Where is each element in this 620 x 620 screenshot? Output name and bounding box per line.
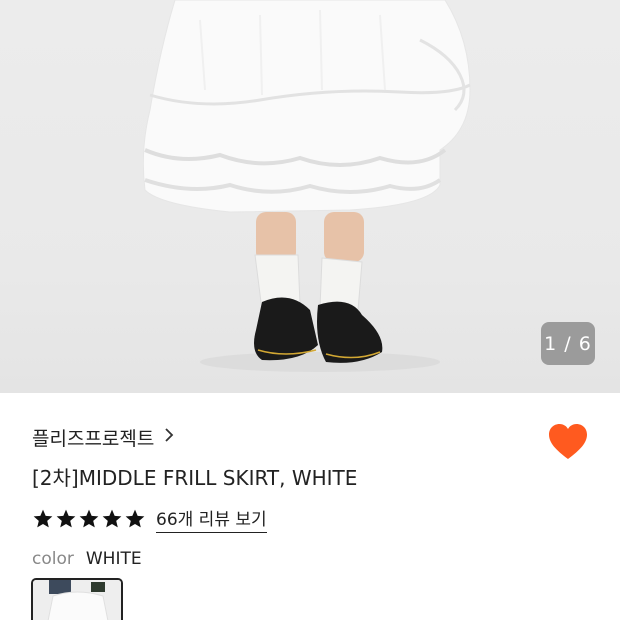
- star-icon: [33, 509, 53, 528]
- product-photo: [142, 0, 471, 372]
- product-title: [2차]MIDDLE FRILL SKIRT, WHITE: [32, 466, 358, 490]
- color-swatch-white[interactable]: [31, 578, 123, 620]
- color-value: WHITE: [85, 549, 142, 569]
- star-icon: [102, 509, 122, 528]
- review-link[interactable]: 66개 리뷰 보기: [156, 505, 267, 533]
- star-icon: [125, 509, 145, 528]
- rating-row: 66개 리뷰 보기: [32, 505, 267, 533]
- rating-stars: [32, 508, 146, 530]
- image-page-indicator: 1 / 6: [541, 322, 595, 365]
- brand-link[interactable]: 플리즈프로젝트: [32, 424, 174, 451]
- product-detail-page: 1 / 6 플리즈프로젝트 [2차]MIDDLE FRILL SKIRT, WH…: [0, 0, 620, 620]
- swatch-thumbnail: [33, 580, 121, 620]
- brand-name: 플리즈프로젝트: [32, 428, 155, 450]
- chevron-right-icon: [164, 427, 174, 448]
- star-icon: [56, 509, 76, 528]
- heart-icon[interactable]: [548, 423, 588, 461]
- product-image-gallery[interactable]: 1 / 6: [0, 0, 620, 393]
- color-option-row: color WHITE: [32, 549, 142, 569]
- color-label: color: [32, 549, 74, 569]
- star-icon: [79, 509, 99, 528]
